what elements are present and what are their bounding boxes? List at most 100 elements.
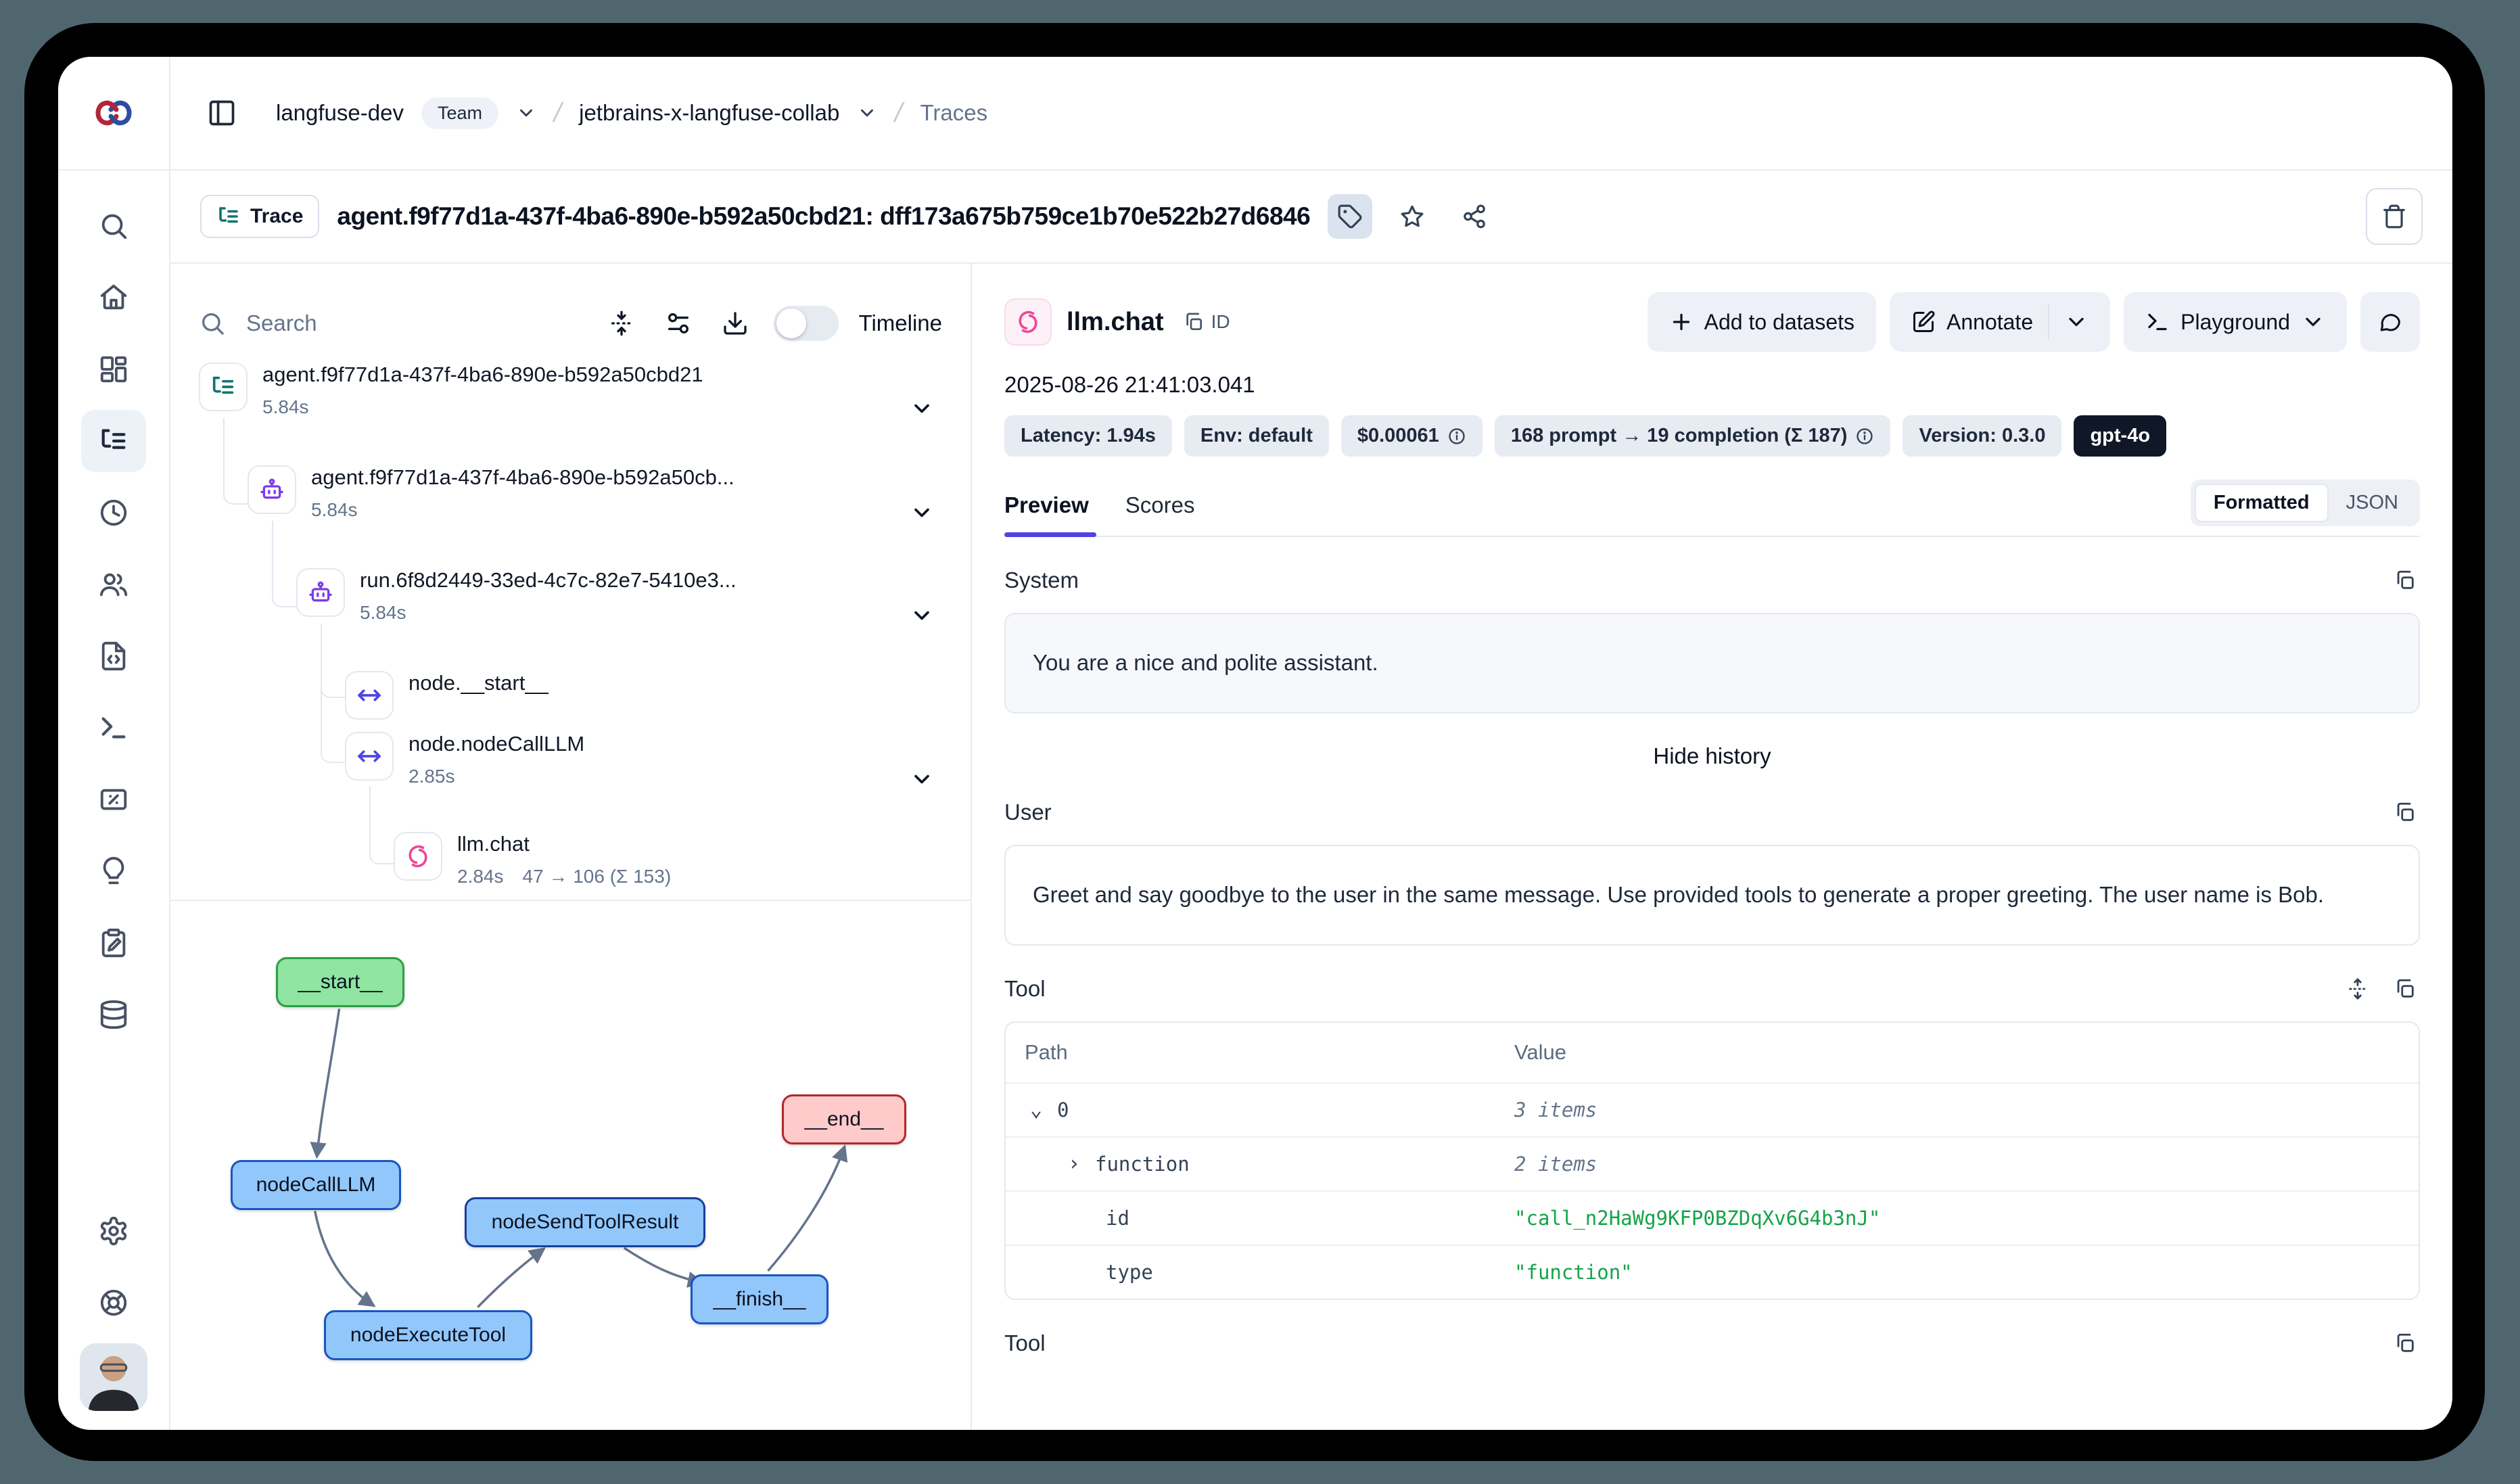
user-message: Greet and say goodbye to the user in the… — [1004, 845, 2420, 946]
sidebar-item-users[interactable] — [81, 553, 146, 616]
graph-node-executetool[interactable]: nodeExecuteTool — [324, 1310, 532, 1360]
sidebar-item-evaluators[interactable] — [81, 840, 146, 902]
tree-row-duration: 5.84s — [262, 396, 703, 418]
tree-row-node-callllm[interactable]: node.nodeCallLLM2.85s — [345, 732, 584, 787]
agent-robot-icon — [296, 568, 345, 617]
tag-button[interactable] — [1328, 194, 1372, 239]
add-to-datasets-button[interactable]: Add to datasets — [1648, 292, 1876, 352]
sidebar-item-search[interactable] — [81, 195, 146, 257]
comments-button[interactable] — [2360, 292, 2420, 352]
sidebar-item-support[interactable] — [81, 1272, 146, 1334]
tokens-badge[interactable]: 168 prompt → 19 completion (Σ 187) — [1495, 415, 1891, 457]
screenshot-stage: langfuse-dev Team / jetbrains-x-langfuse… — [0, 0, 2520, 1484]
table-row[interactable]: ›function 2 items — [1006, 1136, 2419, 1190]
table-row[interactable]: id "call_n2HaWg9KFP0BZDqXv6G4b3nJ" — [1006, 1190, 2419, 1245]
agent-robot-icon — [248, 465, 296, 514]
sidebar-item-settings[interactable] — [81, 1200, 146, 1262]
copy-icon — [2394, 569, 2417, 592]
timeline-toggle[interactable] — [774, 306, 839, 341]
agent-graph: __start__ __end__ nodeCallLLM nodeSendTo… — [170, 901, 971, 1430]
playground-button[interactable]: Playground — [2124, 292, 2347, 352]
resource-switcher-chevron[interactable] — [857, 103, 877, 123]
json-value: 2 items — [1514, 1153, 2419, 1176]
copy-system-button[interactable] — [2390, 565, 2420, 595]
sidebar-item-prompts[interactable] — [81, 625, 146, 687]
tree-collapse-chevron[interactable] — [910, 501, 934, 528]
users-icon — [98, 569, 129, 600]
tree-row-duration: 2.85s — [409, 766, 584, 787]
tool2-section-header: Tool — [1004, 1328, 2420, 1358]
sidebar-item-playground[interactable] — [81, 697, 146, 759]
share-button[interactable] — [1452, 194, 1497, 239]
graph-node-start[interactable]: __start__ — [276, 957, 404, 1007]
delete-trace-button[interactable] — [2366, 188, 2423, 245]
tree-row-llm-chat[interactable]: llm.chat 2.84s47 → 106 (Σ 153) — [394, 832, 671, 887]
expand-rows-button[interactable] — [2343, 974, 2373, 1004]
langfuse-knot-logo-icon — [92, 97, 135, 129]
model-badge[interactable]: gpt-4o — [2074, 415, 2166, 457]
copy-id-button[interactable]: ID — [1183, 311, 1230, 333]
copy-user-button[interactable] — [2390, 797, 2420, 827]
trace-tree-panel: Timeline agent.f9f77d1a-437f-4ba6-890e-b… — [170, 264, 972, 1430]
format-toggle: Formatted JSON — [2191, 480, 2420, 526]
project-switcher-chevron[interactable] — [516, 103, 536, 123]
tab-scores[interactable]: Scores — [1125, 492, 1199, 536]
lightbulb-icon — [98, 856, 129, 887]
app-logo[interactable] — [58, 57, 170, 169]
json-key: 0 — [1057, 1098, 1069, 1121]
sidebar-item-home[interactable] — [81, 266, 146, 329]
table-row[interactable]: ⌄0 3 items — [1006, 1082, 2419, 1136]
graph-node-end[interactable]: __end__ — [782, 1094, 906, 1144]
tree-collapse-chevron[interactable] — [910, 767, 934, 795]
detail-scroll-area[interactable]: System You are a nice and polite assista… — [1004, 537, 2420, 1430]
cost-badge[interactable]: $0.00061 — [1341, 415, 1483, 457]
sidebar-item-annotation-queues[interactable] — [81, 912, 146, 974]
breadcrumb-resource[interactable]: jetbrains-x-langfuse-collab — [579, 100, 839, 126]
format-option-json[interactable]: JSON — [2329, 485, 2416, 521]
collapse-row-chevron[interactable]: ⌄ — [1025, 1098, 1048, 1121]
breadcrumb-project[interactable]: langfuse-dev — [276, 100, 404, 126]
tree-row-duration: 5.84s — [360, 602, 737, 624]
download-button[interactable] — [717, 305, 753, 342]
trace-type-chip[interactable]: Trace — [200, 195, 319, 238]
tree-row-agent[interactable]: agent.f9f77d1a-437f-4ba6-890e-b592a50cb.… — [248, 465, 734, 521]
favorite-button[interactable] — [1390, 194, 1434, 239]
breadcrumb-current-page[interactable]: Traces — [920, 100, 987, 126]
user-avatar[interactable] — [80, 1343, 147, 1411]
copy-tool-button[interactable] — [2390, 974, 2420, 1004]
tree-collapse-chevron[interactable] — [910, 603, 934, 631]
sidebar-item-sessions[interactable] — [81, 482, 146, 544]
tag-icon — [1337, 204, 1363, 229]
tree-settings-button[interactable] — [660, 305, 697, 342]
hide-history-button[interactable]: Hide history — [1004, 743, 2420, 769]
observation-tree: agent.f9f77d1a-437f-4ba6-890e-b592a50cbd… — [170, 358, 971, 900]
sidebar-item-tracing[interactable] — [81, 410, 146, 472]
annotate-button[interactable]: Annotate — [1890, 292, 2110, 352]
tree-collapse-chevron[interactable] — [910, 396, 934, 424]
dashboard-blocks-icon — [98, 354, 129, 385]
sidebar-item-dashboards[interactable] — [81, 338, 146, 400]
table-row[interactable]: type "function" — [1006, 1245, 2419, 1299]
tab-preview[interactable]: Preview — [1004, 492, 1093, 536]
col-value: Value — [1514, 1040, 2419, 1065]
copy-tool2-button[interactable] — [2390, 1328, 2420, 1358]
expand-row-chevron[interactable]: › — [1063, 1152, 1086, 1176]
sidebar-toggle-button[interactable] — [200, 91, 243, 135]
collapse-all-button[interactable] — [603, 305, 640, 342]
tree-row-node-start[interactable]: node.__start__ — [345, 671, 549, 720]
format-option-formatted[interactable]: Formatted — [2195, 484, 2329, 522]
json-key: id — [1106, 1207, 1129, 1230]
trace-title-bar: Trace agent.f9f77d1a-437f-4ba6-890e-b592… — [170, 170, 2452, 264]
latency-badge: Latency: 1.94s — [1004, 415, 1172, 457]
tree-search-input[interactable] — [246, 310, 583, 336]
info-icon — [1447, 427, 1466, 446]
sidebar-item-scores[interactable] — [81, 768, 146, 831]
observation-name: llm.chat — [1067, 308, 1164, 337]
chevron-down-icon[interactable] — [2064, 310, 2089, 334]
tree-row-run[interactable]: run.6f8d2449-33ed-4c7c-82e7-5410e3...5.8… — [296, 568, 737, 624]
graph-node-callllm[interactable]: nodeCallLLM — [231, 1160, 401, 1210]
graph-node-finish[interactable]: __finish__ — [691, 1274, 829, 1324]
tree-row-trace[interactable]: agent.f9f77d1a-437f-4ba6-890e-b592a50cbd… — [199, 363, 703, 418]
graph-node-sendtoolresult[interactable]: nodeSendToolResult — [465, 1197, 705, 1247]
sidebar-item-datasets[interactable] — [81, 983, 146, 1046]
